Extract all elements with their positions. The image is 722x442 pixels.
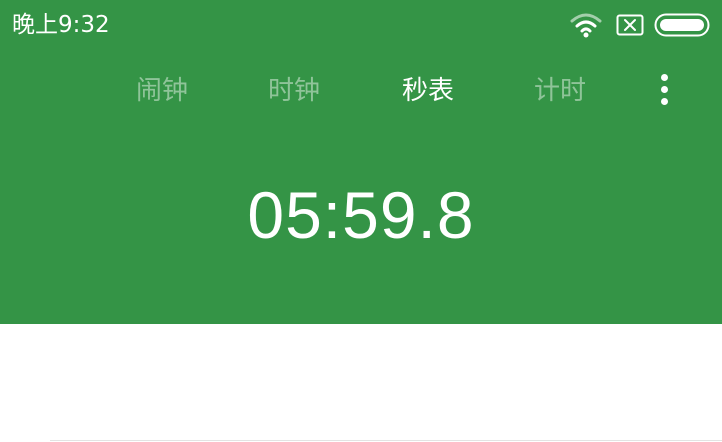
- status-time: 晚上9:32: [12, 12, 110, 38]
- tab-bar: 闹钟 时钟 秒表 计时: [0, 66, 722, 116]
- tab-alarm[interactable]: 闹钟: [102, 66, 222, 116]
- tab-stopwatch[interactable]: 秒表: [368, 66, 488, 116]
- tab-timer[interactable]: 计时: [500, 66, 620, 116]
- list-divider: [50, 440, 722, 441]
- status-bar: 晚上9:32: [0, 0, 722, 50]
- app-header: 晚上9:32 闹钟 时钟 秒表 计时 05:59.8: [0, 0, 722, 324]
- wifi-icon: [570, 13, 602, 38]
- more-vertical-icon[interactable]: [650, 70, 680, 110]
- tab-clock[interactable]: 时钟: [234, 66, 354, 116]
- stopwatch-time: 05:59.8: [247, 178, 475, 252]
- battery-icon: [654, 13, 710, 37]
- sim-off-icon: [616, 14, 644, 36]
